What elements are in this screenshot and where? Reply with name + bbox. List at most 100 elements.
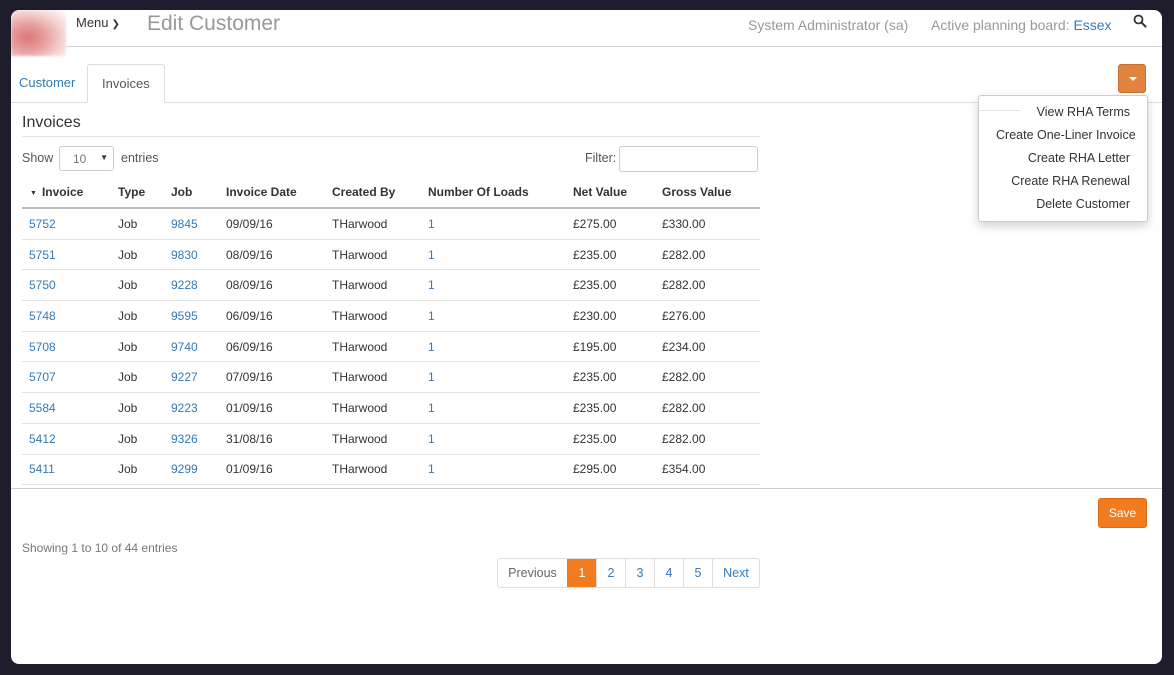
invoice-link[interactable]: 5752	[29, 217, 56, 231]
job-cell: 9845	[164, 208, 219, 240]
gross-value-cell: £282.00	[662, 400, 706, 415]
invoice-link[interactable]: 5750	[29, 278, 56, 292]
loads-link[interactable]: 1	[428, 278, 435, 292]
page-length-select[interactable]: 10 ▼	[59, 146, 114, 171]
created-by-cell: THarwood	[325, 239, 421, 271]
job-link[interactable]: 9740	[171, 340, 198, 354]
menu-item-delete-customer[interactable]: Delete Customer	[979, 193, 1147, 216]
search-icon[interactable]	[1133, 14, 1147, 28]
table-row[interactable]: 5707 Job 9227 07/09/16 THarwood 1 £235.00 £282.…	[22, 361, 760, 394]
invoice-link[interactable]: 5412	[29, 432, 56, 446]
tab-invoices[interactable]: Invoices	[87, 64, 165, 103]
created-by-cell: THarwood	[325, 300, 421, 332]
menu-item-create-rha-renewal[interactable]: Create RHA Renewal	[979, 170, 1147, 193]
gross-value-cell: £234.00	[655, 331, 760, 363]
invoice-link[interactable]: 5751	[29, 248, 56, 262]
type-cell: Job	[111, 331, 164, 363]
column-header-number-of-loads[interactable]: Number Of Loads	[421, 177, 566, 209]
table-row[interactable]: 5411 Job 9299 01/09/16 THarwood 1 £295.00 £354.…	[22, 454, 760, 486]
loads-link[interactable]: 1	[428, 248, 435, 262]
invoice-cell: 5748	[22, 300, 111, 332]
pagination-next[interactable]: Next	[712, 559, 759, 587]
created-by-cell: THarwood	[325, 269, 421, 302]
menu-button[interactable]: Menu ❯	[76, 15, 120, 30]
page-length-value: 10	[73, 152, 87, 166]
pagination-previous[interactable]: Previous	[498, 559, 567, 587]
filter-input[interactable]	[619, 146, 758, 172]
caret-down-icon	[1129, 77, 1137, 81]
pagination-page-4[interactable]: 4	[654, 559, 683, 587]
job-link[interactable]: 9228	[171, 278, 198, 292]
job-link[interactable]: 9227	[171, 370, 198, 384]
loads-link[interactable]: 1	[428, 309, 435, 323]
table-row[interactable]: 5751 Job 9830 08/09/16 THarwood 1 £235.00 £282.…	[22, 239, 760, 271]
table-row[interactable]: 5412 Job 9326 31/08/16 THarwood 1 £235.00 £282.…	[22, 423, 760, 455]
invoice-date-cell: 08/09/16	[219, 239, 325, 271]
show-label: Show	[22, 151, 54, 165]
table-row[interactable]: 5752 Job 9845 09/09/16 THarwood 1 £275.00 £330.…	[22, 208, 760, 240]
job-link[interactable]: 9223	[171, 401, 198, 415]
invoice-date-cell: 01/09/16	[226, 462, 273, 477]
menu-item-view-rha-terms[interactable]: View RHA Terms	[979, 101, 1147, 124]
column-header-created-by[interactable]: Created By	[325, 177, 421, 209]
invoice-link[interactable]: 5707	[29, 370, 56, 384]
invoice-cell: 5707	[22, 361, 111, 394]
table-row[interactable]: 5748 Job 9595 06/09/16 THarwood 1 £230.00 £276.…	[22, 300, 760, 332]
table-body: 5752 Job 9845 09/09/16 THarwood 1 £275.00 £330.…	[22, 208, 760, 486]
table-info: Showing 1 to 10 of 44 entries	[22, 541, 178, 555]
pagination-page-5[interactable]: 5	[683, 559, 712, 587]
job-link[interactable]: 9326	[171, 432, 198, 446]
menu-item-create-one-liner-invoice[interactable]: Create One-Liner Invoice	[979, 124, 1147, 147]
type-cell: Job	[111, 300, 164, 332]
job-cell: 9740	[164, 331, 219, 363]
board-link[interactable]: Essex	[1073, 17, 1111, 33]
loads-cell: 1	[421, 331, 566, 363]
job-link[interactable]: 9830	[171, 248, 198, 262]
top-header: Menu ❯ Edit Customer System Administrator…	[11, 10, 1162, 56]
column-header-job[interactable]: Job	[164, 177, 219, 209]
job-cell: 9227	[164, 361, 219, 394]
invoice-link[interactable]: 5411	[29, 462, 55, 476]
invoice-link[interactable]: 5584	[29, 401, 56, 415]
loads-link[interactable]: 1	[428, 462, 435, 476]
pagination-page-1[interactable]: 1	[567, 559, 596, 587]
column-header-invoice[interactable]: ▼ Invoice	[22, 177, 111, 209]
gross-value-cell: £276.00	[662, 308, 706, 323]
tab-customer[interactable]: Customer	[11, 64, 89, 101]
type-cell: Job	[118, 339, 138, 354]
invoice-link[interactable]: 5708	[29, 340, 56, 354]
loads-link[interactable]: 1	[428, 370, 435, 384]
table-row[interactable]: 5750 Job 9228 08/09/16 THarwood 1 £235.00 £282.…	[22, 269, 760, 302]
loads-link[interactable]: 1	[428, 340, 435, 354]
loads-link[interactable]: 1	[428, 217, 435, 231]
filter-label: Filter:	[585, 151, 617, 165]
table-row[interactable]: 5708 Job 9740 06/09/16 THarwood 1 £195.00 £234.…	[22, 331, 760, 363]
created-by-cell: THarwood	[332, 431, 388, 446]
actions-dropdown-button[interactable]	[1118, 64, 1146, 93]
pagination-page-3[interactable]: 3	[625, 559, 654, 587]
entries-label: entries	[121, 151, 159, 165]
job-link[interactable]: 9595	[171, 309, 198, 323]
job-link[interactable]: 9845	[171, 217, 198, 231]
table-row[interactable]: 5584 Job 9223 01/09/16 THarwood 1 £235.00 £282.…	[22, 392, 760, 424]
loads-link[interactable]: 1	[428, 401, 435, 415]
column-header-net-value[interactable]: Net Value	[566, 177, 655, 209]
current-user[interactable]: System Administrator (sa)	[748, 17, 908, 33]
job-cell: 9223	[164, 392, 219, 424]
menu-item-create-rha-letter[interactable]: Create RHA Letter	[979, 147, 1147, 170]
company-logo[interactable]	[11, 10, 66, 56]
save-button[interactable]: Save	[1098, 498, 1147, 528]
type-cell: Job	[118, 462, 138, 477]
loads-link[interactable]: 1	[428, 432, 435, 446]
column-header-type[interactable]: Type	[111, 177, 164, 209]
pagination-page-2[interactable]: 2	[596, 559, 625, 587]
footer-divider	[11, 488, 1162, 489]
gross-value-cell: £354.00	[655, 454, 760, 486]
invoice-cell: 5411	[22, 454, 111, 486]
invoice-link[interactable]: 5748	[29, 309, 56, 323]
job-link[interactable]: 9299	[171, 462, 198, 476]
type-cell: Job	[118, 431, 138, 446]
job-cell: 9830	[164, 239, 219, 271]
column-header-invoice-date[interactable]: Invoice Date	[219, 177, 325, 209]
column-header-gross-value[interactable]: Gross Value	[655, 177, 760, 209]
